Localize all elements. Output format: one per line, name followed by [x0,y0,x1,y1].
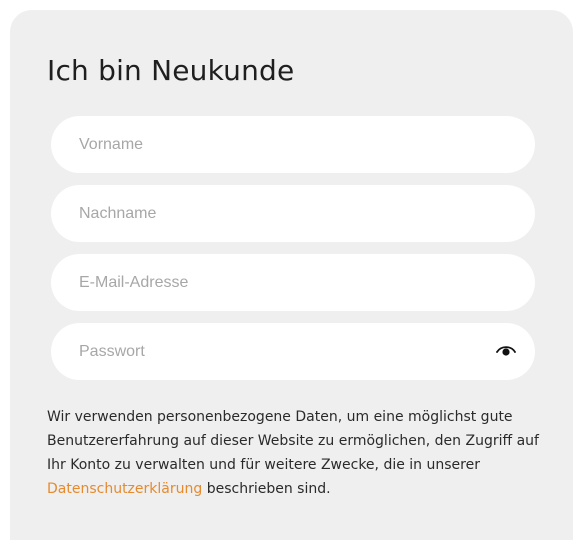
privacy-notice: Wir verwenden personenbezogene Daten, um… [47,405,547,501]
eye-icon[interactable] [496,345,516,357]
privacy-text-after: beschrieben sind. [202,481,331,497]
firstname-input[interactable] [51,116,535,173]
privacy-text-before: Wir verwenden personenbezogene Daten, um… [47,409,539,473]
password-field-wrapper [51,323,535,380]
form-title: Ich bin Neukunde [47,54,295,87]
firstname-field-wrapper [51,116,535,173]
registration-panel: Ich bin Neukunde Wir verwenden personenb… [10,10,573,540]
lastname-input[interactable] [51,185,535,242]
email-input[interactable] [51,254,535,311]
privacy-policy-link[interactable]: Datenschutzerklärung [47,481,202,497]
email-field-wrapper [51,254,535,311]
password-input[interactable] [51,323,535,380]
lastname-field-wrapper [51,185,535,242]
